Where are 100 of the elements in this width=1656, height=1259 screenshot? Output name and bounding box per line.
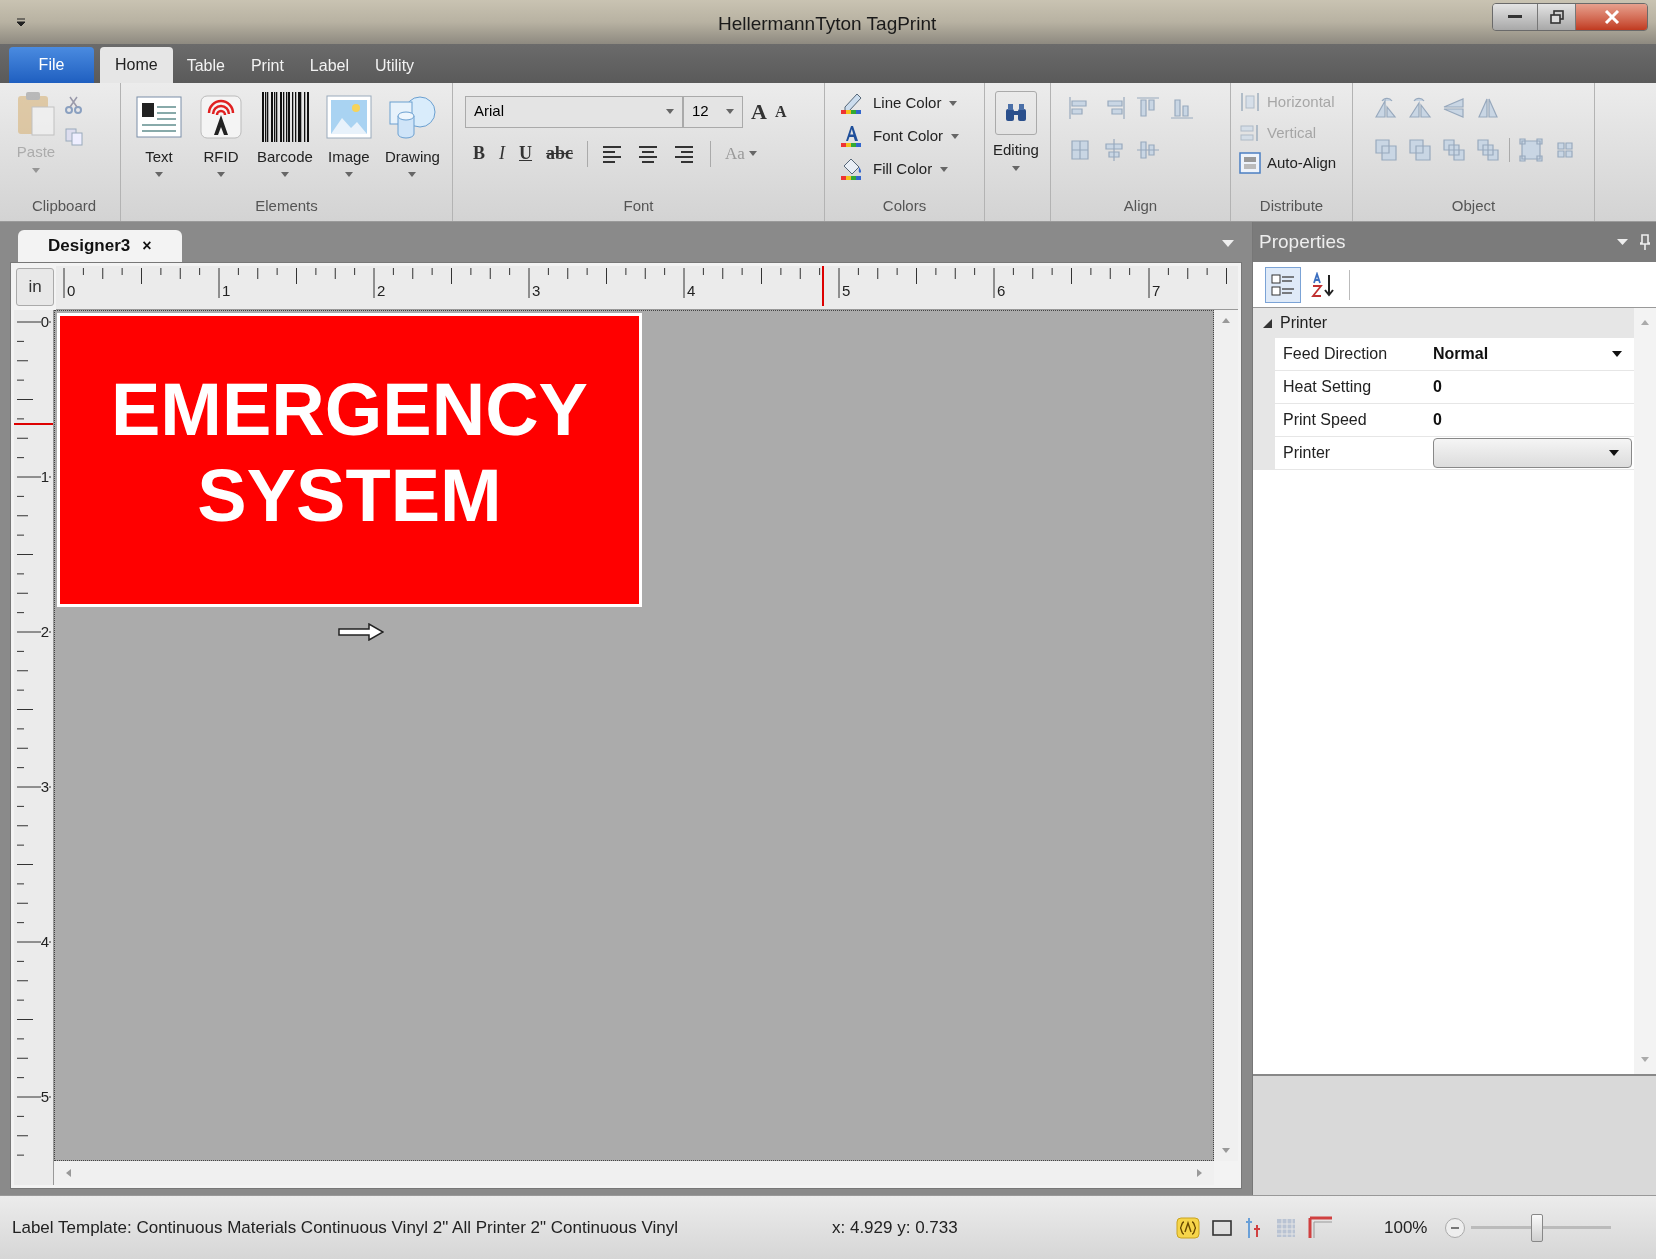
file-tab[interactable]: File	[9, 47, 94, 83]
text-align-icon[interactable]	[602, 143, 624, 164]
element-button[interactable]: Text	[133, 91, 185, 177]
ruler-label: 4	[40, 934, 49, 949]
minimize-icon	[1508, 15, 1522, 19]
label-text: EMERGENCY SYSTEM	[110, 367, 589, 539]
zoom-slider-thumb[interactable]	[1531, 1213, 1544, 1242]
zoom-out-button[interactable]	[1445, 1217, 1466, 1238]
expand-icon[interactable]	[1263, 318, 1272, 328]
dropdown-icon[interactable]	[1617, 239, 1628, 245]
color-button[interactable]: Line Color	[841, 91, 960, 115]
property-dropdown[interactable]: Normal	[1433, 338, 1634, 370]
scroll-up-icon[interactable]	[1222, 318, 1230, 323]
caret-icon	[726, 109, 734, 114]
rectangle-icon[interactable]	[1212, 1219, 1232, 1236]
element-button[interactable]: RFID	[195, 91, 247, 177]
element-button[interactable]: Barcode	[257, 91, 313, 177]
group-label: Colors	[881, 195, 928, 216]
shrink-font-button[interactable]: A	[774, 99, 787, 124]
distribute-button[interactable]: Auto-Align	[1239, 152, 1337, 175]
font-style-button[interactable]: I	[499, 140, 505, 167]
send-to-back-icon[interactable]	[1475, 137, 1501, 163]
category-header[interactable]: Printer	[1253, 308, 1634, 338]
properties-scrollbar[interactable]	[1634, 308, 1656, 1074]
quick-access-menu-icon[interactable]	[16, 17, 26, 27]
property-value[interactable]: 0	[1433, 371, 1634, 403]
text-align-icon[interactable]	[638, 143, 660, 164]
group-label: Elements	[254, 195, 319, 216]
clipboard-icon	[16, 91, 56, 137]
zoom-slider[interactable]	[1471, 1213, 1612, 1242]
ruler-label: 6	[997, 283, 1006, 298]
restore-button[interactable]	[1537, 4, 1575, 30]
caret-icon	[32, 167, 40, 173]
group-label: Align	[1122, 195, 1159, 216]
font-style-button[interactable]: abc	[546, 140, 573, 167]
sort-icon	[1310, 271, 1336, 298]
panel-title: Properties	[1259, 229, 1346, 254]
scroll-right-icon[interactable]	[1197, 1169, 1202, 1177]
ribbon-tab[interactable]: Label	[297, 49, 361, 83]
property-name: Print Speed	[1282, 410, 1368, 430]
property-name: Heat Setting	[1282, 377, 1373, 397]
scroll-down-icon[interactable]	[1641, 1057, 1649, 1062]
color-button[interactable]: Fill Color	[841, 157, 960, 181]
distribute-horizontal-icon	[1239, 91, 1261, 114]
minimize-button[interactable]	[1493, 4, 1537, 30]
scroll-down-icon[interactable]	[1222, 1148, 1230, 1153]
close-icon	[1603, 10, 1620, 24]
bring-forward-icon[interactable]	[1373, 137, 1399, 163]
property-combo-box[interactable]	[1433, 438, 1632, 468]
rotate-right-icon[interactable]	[1407, 95, 1433, 121]
scissors-icon[interactable]	[64, 95, 84, 115]
property-value: Normal	[1433, 344, 1489, 364]
ribbon-tab[interactable]: Home	[100, 47, 173, 83]
ruler-label: 5	[842, 283, 851, 298]
color-button[interactable]: Font Color	[841, 124, 960, 148]
font-style-button[interactable]: U	[519, 140, 532, 167]
ribbon-tab[interactable]: Print	[238, 49, 296, 83]
group-icon[interactable]	[1518, 137, 1544, 163]
text-align-icon[interactable]	[674, 143, 696, 164]
variable-icon[interactable]	[1176, 1216, 1200, 1239]
ruler-label: 4	[687, 283, 696, 298]
grow-font-button[interactable]: A	[751, 95, 767, 128]
copy-icon[interactable]	[64, 127, 84, 147]
ruler-label: 5	[40, 1089, 49, 1104]
group-label: Font	[622, 195, 655, 216]
rotate-left-icon[interactable]	[1373, 95, 1399, 121]
ruler-toggle-icon[interactable]	[1308, 1215, 1334, 1240]
categorized-view-button[interactable]	[1265, 266, 1301, 303]
property-value[interactable]: 0	[1433, 404, 1634, 436]
window-title: HellermannTyton TagPrint	[718, 12, 937, 36]
ribbon-tab[interactable]: Table	[174, 49, 237, 83]
caret-icon	[344, 171, 353, 177]
document-tab[interactable]: Designer3 ×	[18, 230, 182, 262]
scroll-up-icon[interactable]	[1641, 320, 1649, 325]
caret-icon	[748, 151, 757, 156]
label-card[interactable]: EMERGENCY SYSTEM	[57, 313, 642, 607]
unit-label: in	[16, 268, 54, 306]
binoculars-icon	[1003, 103, 1028, 123]
pin-icon[interactable]	[1640, 234, 1650, 250]
grid-icon[interactable]	[1276, 1217, 1296, 1238]
scroll-left-icon[interactable]	[66, 1169, 71, 1177]
element-button[interactable]: Image	[322, 91, 375, 177]
send-backward-icon[interactable]	[1407, 137, 1433, 163]
caret-icon	[408, 171, 417, 177]
font-style-button[interactable]: B	[473, 140, 485, 167]
dropdown-icon[interactable]	[1222, 240, 1234, 247]
ribbon-tab[interactable]: Utility	[363, 49, 427, 83]
minus-icon	[1451, 1226, 1460, 1229]
image-icon	[325, 95, 372, 139]
design-canvas[interactable]: EMERGENCY SYSTEM	[54, 310, 1214, 1161]
font-name-dropdown[interactable]: Arial	[465, 95, 683, 128]
font-size-dropdown[interactable]: 12	[683, 95, 743, 128]
bring-to-front-icon[interactable]	[1441, 137, 1467, 163]
flip-vertical-icon[interactable]	[1441, 95, 1467, 121]
close-button[interactable]	[1575, 4, 1647, 30]
close-tab-button[interactable]: ×	[142, 234, 152, 258]
position-marker-icon	[822, 266, 824, 306]
element-button[interactable]: Drawing	[384, 91, 440, 177]
font-size-value: 12	[692, 101, 709, 122]
coordinates-status: x: 4.929 y: 0.733	[832, 1216, 959, 1239]
